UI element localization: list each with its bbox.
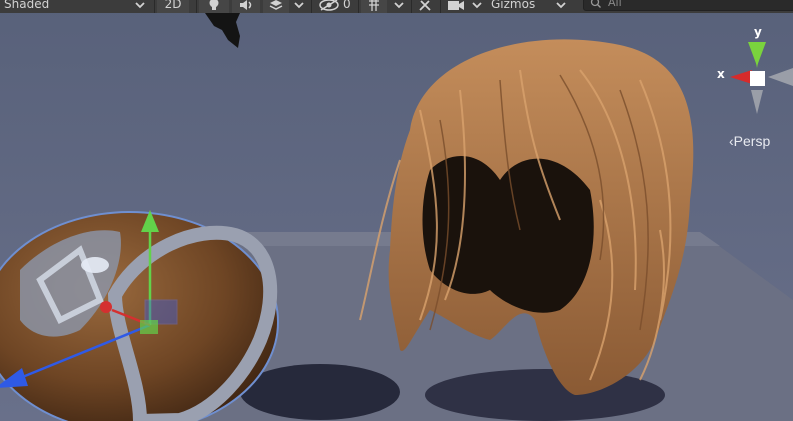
toolbar-divider	[411, 0, 412, 13]
shading-mode-dropdown[interactable]: Shaded	[4, 0, 49, 13]
chevron-down-icon[interactable]	[393, 0, 405, 13]
chevron-down-icon[interactable]	[134, 0, 146, 13]
axis-x-label: x	[717, 67, 725, 81]
axis-neg-y-cone[interactable]	[751, 90, 763, 114]
axis-y-label: y	[754, 25, 762, 39]
scene-visibility-toggle[interactable]: 0	[318, 0, 351, 13]
shading-mode-label: Shaded	[4, 0, 50, 11]
toolbar-divider	[358, 0, 359, 13]
search-icon	[590, 0, 604, 12]
chevron-down-icon[interactable]	[293, 0, 305, 13]
chevron-down-icon[interactable]	[555, 0, 567, 13]
axis-neg-x-cone[interactable]	[768, 68, 793, 86]
scene-viewport[interactable]: Shaded 2D 0 Gizmos All y x ‹Persp	[0, 0, 793, 421]
chevron-down-icon[interactable]	[471, 0, 483, 13]
toolbar-divider	[154, 0, 155, 13]
center-cube[interactable]	[750, 71, 765, 86]
grid-snap-icon[interactable]	[361, 0, 387, 13]
hidden-count: 0	[343, 0, 351, 11]
gizmos-button[interactable]: Gizmos	[491, 0, 535, 13]
effects-layers-icon[interactable]	[263, 0, 289, 13]
lightbulb-icon[interactable]	[199, 0, 229, 13]
toolbar-divider	[440, 0, 441, 13]
gizmos-label: Gizmos	[491, 0, 536, 11]
hair-shadow	[425, 369, 665, 421]
orientation-gizmo[interactable]: y x	[712, 22, 793, 147]
toolbar-divider	[196, 0, 197, 13]
toggle-2d-button[interactable]: 2D	[157, 0, 189, 13]
toggle-2d-label: 2D	[164, 0, 182, 11]
scene-visibility-icon	[319, 0, 339, 11]
audio-icon[interactable]	[232, 0, 260, 13]
search-field[interactable]: All	[583, 0, 793, 11]
axis-x-cone[interactable]	[730, 70, 752, 84]
search-placeholder: All	[608, 0, 622, 9]
scene-view-canvas[interactable]	[0, 0, 793, 421]
tools-icon[interactable]	[418, 0, 432, 13]
ball-shadow	[240, 364, 400, 420]
toolbar-divider	[311, 0, 312, 13]
scene-toolbar: Shaded 2D 0 Gizmos All	[0, 0, 793, 13]
camera-icon[interactable]	[447, 0, 465, 13]
axis-y-cone-head[interactable]	[748, 42, 766, 66]
